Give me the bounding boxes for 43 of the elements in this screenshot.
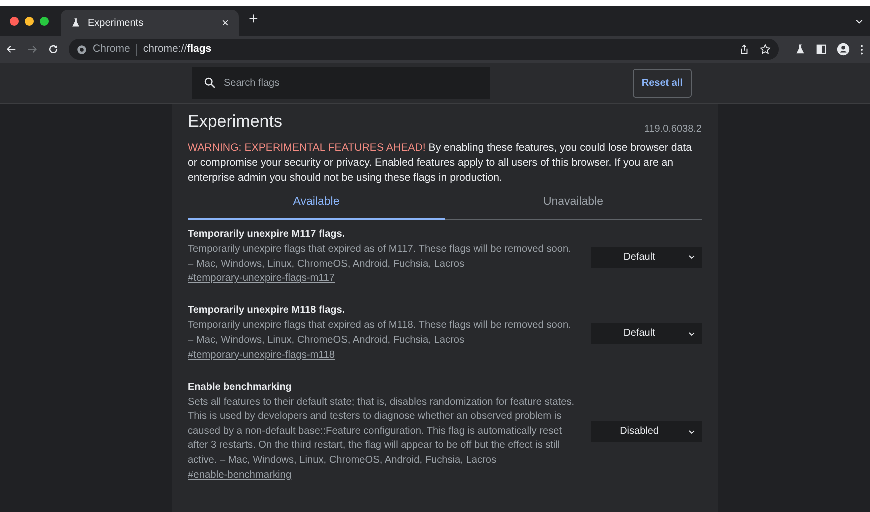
reset-all-button[interactable]: Reset all <box>632 68 692 98</box>
flag-title: Enable benchmarking <box>188 380 293 395</box>
star-icon[interactable] <box>760 44 771 55</box>
chevron-down-icon <box>688 428 696 436</box>
search-field[interactable]: Search flags <box>222 74 462 92</box>
warning-paragraph: WARNING: EXPERIMENTAL FEATURES AHEAD! By enabling these features, you could lose browser data or compromise your security or privacy. Enabled features apply to all users of this browser. If you are an enterprise admin you should not be using these flags in production. <box>188 141 693 186</box>
tab-close-button[interactable]: × <box>222 14 229 32</box>
flag-dropdown[interactable]: Default <box>591 246 702 268</box>
flag-description: Sets all features to their default state; that is, disables randomization for feature states. This is used by developers and testers to diagnose whether an observed problem is caused by a non-default base::Feature configuration. This flag is automatically reset after 3 restarts. On the third restart, the flag will appear to be off but the effect is still active. – Mac, Windows, Linux, ChromeOS, Android, Fuchsia, Lacros <box>188 396 576 468</box>
profile-icon[interactable] <box>837 43 850 56</box>
back-icon[interactable] <box>6 44 17 55</box>
window-maximize-button[interactable] <box>40 16 49 26</box>
flag-link[interactable]: #temporary-unexpire-flags-m118 <box>188 348 336 363</box>
version-text: 119.0.6038.2 <box>644 123 702 137</box>
flag-dropdown[interactable]: Disabled <box>591 421 702 442</box>
flag-title: Temporarily unexpire M118 flags. <box>188 304 346 318</box>
url-text: chrome://flags <box>143 42 212 57</box>
tab[interactable]: Unavailable <box>445 190 702 220</box>
tab-title: Experiments <box>88 16 144 30</box>
flag-link[interactable]: #temporary-unexpire-flags-m117 <box>188 272 336 286</box>
new-tab-button[interactable]: + <box>249 8 258 32</box>
flag-title: Temporarily unexpire M117 flags. <box>188 228 346 242</box>
window-minimize-button[interactable] <box>25 16 34 26</box>
chevron-down-icon <box>688 253 696 262</box>
flask-icon <box>71 18 81 28</box>
flask-icon[interactable] <box>795 44 806 55</box>
chevron-down-icon <box>688 330 696 338</box>
side-panel-icon[interactable] <box>816 44 827 55</box>
window-close-button[interactable] <box>10 16 19 26</box>
flag-description: Temporarily unexpire flags that expired as of M117. These flags will be removed soon. – Mac, Windows, Linux, ChromeOS, Android, Fuchsia, Lacros <box>188 243 572 272</box>
search-bar[interactable]: Search flags <box>192 67 490 99</box>
reload-icon[interactable] <box>48 44 59 55</box>
tab[interactable]: Available <box>188 190 445 220</box>
share-icon[interactable] <box>739 44 750 55</box>
menu-icon[interactable] <box>860 44 864 56</box>
flag-description: Temporarily unexpire flags that expired as of M118. These flags will be removed soon. – Mac, Windows, Linux, ChromeOS, Android, Fuchsia, Lacros <box>188 319 572 348</box>
browser-tab[interactable]: Experiments × <box>61 10 239 36</box>
search-icon <box>204 77 216 89</box>
site-label: Chrome <box>93 42 130 57</box>
address-bar[interactable]: Chrome chrome://flags <box>69 39 779 60</box>
flag-dropdown[interactable]: Default <box>591 323 702 344</box>
flag-link[interactable]: #enable-benchmarking <box>188 468 292 483</box>
page-title: Experiments <box>188 112 282 132</box>
